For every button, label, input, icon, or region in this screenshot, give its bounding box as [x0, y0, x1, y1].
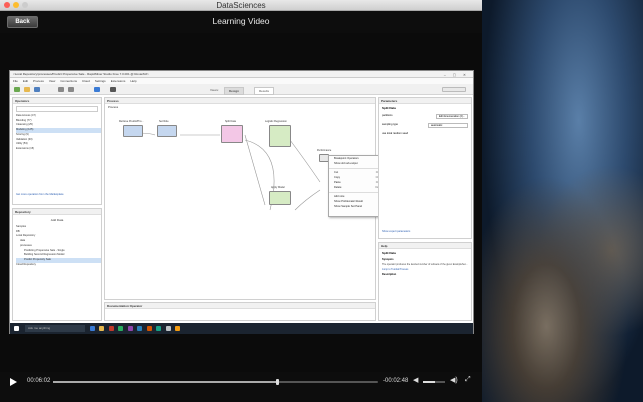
screen: DataSciences Learning Video Back <Local … [0, 0, 643, 402]
undo-icon [58, 87, 64, 92]
node-label: Apply Model [271, 186, 285, 189]
inner-title-text: <Local Repository/processes/Predict Prop… [13, 72, 149, 76]
inner-window-controls-icon: – ▢ ✕ [443, 73, 469, 77]
node-label: Logistic Regression [265, 120, 287, 123]
node-label: Retrieve Predict/Pro... [119, 120, 144, 123]
add-data-button: Add Data [50, 218, 64, 222]
seek-progress [53, 381, 278, 383]
help-title: Split Data [382, 251, 396, 255]
taskbar-app-icon [165, 326, 171, 331]
taskbar-app-icon [118, 326, 123, 331]
windows-taskbar: Ask me anything [10, 323, 473, 334]
user-account-icon [442, 87, 466, 92]
taskbar-app-icon [108, 326, 114, 331]
redo-icon [68, 87, 74, 92]
taskbar-app-icon [146, 326, 152, 331]
connection-line [289, 139, 321, 183]
save-icon [34, 87, 40, 92]
volume-slider[interactable] [423, 381, 445, 383]
repository-tree: Samples DB Local Repository data process… [13, 225, 101, 267]
close-window-icon[interactable] [4, 2, 10, 8]
open-folder-icon [24, 87, 30, 92]
inner-toolbar: Views: Design Results [10, 84, 473, 95]
volume-low-icon[interactable]: ◀ [413, 376, 418, 384]
taskbar-app-icon [127, 326, 133, 331]
documentation-panel: Documentation Operator [104, 302, 376, 321]
taskbar-app-icon [137, 326, 142, 331]
remaining-time: -00:02:48 [383, 378, 409, 384]
parameters-panel: Parameters Split Data partitions Edit En… [378, 97, 472, 239]
node-apply-model [269, 191, 291, 205]
param-partitions-button: Edit Enumeration (2)... [436, 114, 468, 119]
back-button[interactable]: Back [7, 16, 38, 28]
app-window: DataSciences Learning Video Back <Local … [0, 0, 482, 402]
node-set-role [157, 125, 177, 137]
wallpaper-rocks [482, 150, 643, 402]
connection-line [294, 189, 321, 211]
repository-header: Repository [13, 209, 101, 215]
minimize-window-icon[interactable] [13, 2, 19, 8]
inner-window-title: <Local Repository/processes/Predict Prop… [10, 71, 473, 78]
volume-high-icon[interactable]: ◀) [450, 376, 458, 384]
title-bar: DataSciences [0, 0, 482, 11]
get-more-link: Get more operators from the Marketplace [16, 193, 64, 197]
node-label: Split Data [225, 120, 236, 123]
tree-item: Cloud Repository [16, 262, 36, 266]
operators-tree: Data Access (47) Blending (77) Cleansing… [13, 114, 101, 152]
video-header: Learning Video Back [0, 11, 482, 33]
zoom-window-icon[interactable] [22, 2, 28, 8]
fullscreen-icon[interactable]: ⤢ [465, 376, 471, 384]
help-description: Description [382, 273, 397, 276]
operator-search-input [16, 106, 98, 112]
repository-panel: Repository Add Data Samples DB Local Rep… [12, 208, 102, 321]
stop-icon [110, 87, 116, 92]
node-split-data [221, 125, 243, 143]
param-local-seed: use local random seed [382, 132, 409, 135]
seek-thumb[interactable] [275, 379, 279, 385]
param-sampling-select: automatic [428, 123, 468, 128]
operators-header: Operators [13, 98, 101, 104]
video-title: Learning Video [212, 16, 270, 26]
windows-start-icon [14, 326, 19, 331]
show-expert-link: Show expert parameters [382, 230, 411, 233]
volume-level [423, 381, 436, 383]
taskbar-search: Ask me anything [25, 325, 85, 332]
views-label: Views: [210, 88, 219, 92]
run-icon [94, 87, 100, 92]
param-partitions-label: partitions [382, 114, 393, 117]
operators-panel: Operators Data Access (47) Blending (77)… [12, 97, 102, 205]
tab-design: Design [224, 87, 245, 95]
window-title: DataSciences [216, 1, 266, 10]
param-sampling-label: sampling type [382, 123, 399, 126]
node-retrieve [123, 125, 143, 137]
elapsed-time: 00:06:02 [27, 378, 51, 384]
new-process-icon [14, 87, 20, 92]
tab-results: Results [254, 87, 275, 95]
connection-line [244, 134, 266, 206]
video-frame[interactable]: <Local Repository/processes/Predict Prop… [9, 70, 474, 334]
param-operator-title: Split Data [382, 106, 396, 110]
taskbar-app-icon [175, 326, 180, 331]
playback-controls: 00:06:02 -00:02:48 ◀ ◀) ⤢ [0, 372, 482, 402]
help-panel: Help Split Data Synopsis The operator pr… [378, 242, 472, 321]
seek-bar[interactable] [53, 379, 378, 385]
node-label: Performance [317, 149, 332, 152]
taskbar-app-icon [156, 326, 161, 331]
tree-item: Extensions (15) [16, 146, 35, 150]
doc-header: Documentation Operator [105, 303, 375, 309]
play-icon[interactable] [10, 378, 17, 386]
node-logistic-regression [269, 125, 291, 147]
node-label: Set Role [159, 120, 169, 123]
taskbar-app-icon [99, 326, 104, 331]
taskbar-app-icon [89, 326, 95, 331]
